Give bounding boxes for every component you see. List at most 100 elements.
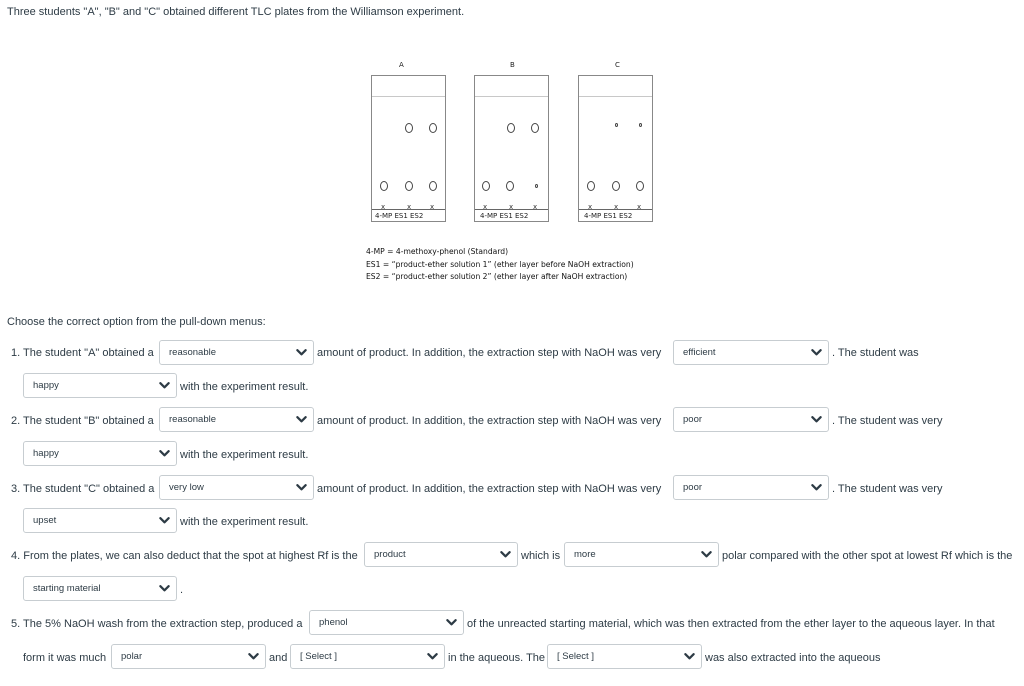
selected-value: happy: [33, 380, 59, 391]
plate-a-label: A: [399, 61, 404, 69]
q1-mood-select[interactable]: happy: [23, 373, 177, 398]
legend-line: 4-MP = 4-methoxy-phenol (Standard): [366, 247, 509, 256]
q1-text-1: 1. The student "A" obtained a: [11, 347, 154, 359]
q5-product-select[interactable]: phenol: [309, 610, 464, 635]
lane-labels: 4-MP ES1 ES2: [584, 212, 633, 220]
q5-text-2: of the unreacted starting material, whic…: [467, 618, 995, 630]
figure-legend: 4-MP = 4-methoxy-phenol (Standard) ES1 =…: [366, 246, 634, 284]
legend-line: ES2 = “product-ether solution 2” (ether …: [366, 272, 628, 281]
selected-value: more: [574, 549, 596, 560]
q1-text-2: amount of product. In addition, the extr…: [317, 347, 662, 359]
q4-text-4: .: [180, 584, 184, 596]
q1-extraction-select[interactable]: efficient: [673, 340, 829, 365]
selected-value: poor: [683, 414, 703, 425]
baseline-mark: x: [588, 203, 593, 211]
spot: [531, 123, 539, 133]
q5-text-5: in the aqueous. The: [448, 652, 546, 664]
tlc-plate-b: x x x 4-MP ES1 ES2: [474, 75, 549, 222]
baseline-mark: x: [407, 203, 412, 211]
instructions: Choose the correct option from the pull-…: [7, 316, 266, 328]
q4-text-2: which is: [521, 550, 561, 562]
q5-text-1: 5. The 5% NaOH wash from the extraction …: [11, 618, 303, 630]
q3-text-1: 3. The student "C" obtained a: [11, 483, 155, 495]
selected-value: happy: [33, 448, 59, 459]
spot: [612, 181, 620, 191]
spot: [405, 123, 413, 133]
lane-labels: 4-MP ES1 ES2: [375, 212, 424, 220]
spot: [639, 123, 642, 127]
chevron-down-icon: [427, 651, 438, 662]
lane-labels: 4-MP ES1 ES2: [480, 212, 529, 220]
chevron-down-icon: [446, 617, 457, 628]
selected-value: [ Select ]: [557, 651, 594, 662]
spot: [405, 181, 413, 191]
q4-highest-rf-select[interactable]: product: [364, 542, 518, 567]
chevron-down-icon: [296, 347, 307, 358]
intro-text: Three students "A", "B" and "C" obtained…: [7, 6, 465, 18]
q4-text-3: polar compared with the other spot at lo…: [722, 550, 1013, 562]
q5-extracted-select[interactable]: [ Select ]: [547, 644, 702, 669]
chevron-down-icon: [684, 651, 695, 662]
q3-text-2: amount of product. In addition, the extr…: [317, 483, 662, 495]
q1-text-3: . The student was: [832, 347, 919, 359]
spot: [429, 123, 437, 133]
chevron-down-icon: [159, 515, 170, 526]
q4-lowest-rf-select[interactable]: starting material: [23, 576, 177, 601]
spot: [482, 181, 490, 191]
q5-text-3: form it was much: [23, 652, 107, 664]
q4-text-1: 4. From the plates, we can also deduct t…: [11, 550, 358, 562]
tlc-figure: A x x x 4-MP ES1 ES2 B x x x 4-MP ES1 ES…: [360, 55, 670, 235]
q3-text-4: with the experiment result.: [180, 516, 309, 528]
baseline-mark: x: [637, 203, 642, 211]
selected-value: starting material: [33, 583, 101, 594]
spot: [587, 181, 595, 191]
chevron-down-icon: [701, 549, 712, 560]
q2-text-3: . The student was very: [832, 415, 943, 427]
q5-text-6: was also extracted into the aqueous: [705, 652, 881, 664]
solvent-front: [579, 96, 652, 97]
tlc-plate-a: x x x 4-MP ES1 ES2: [371, 75, 446, 222]
chevron-down-icon: [296, 482, 307, 493]
q2-text-1: 2. The student "B" obtained a: [11, 415, 154, 427]
spot: [615, 123, 618, 127]
selected-value: reasonable: [169, 347, 217, 358]
spot: [429, 181, 437, 191]
q5-text-4: and: [269, 652, 288, 664]
q1-text-4: with the experiment result.: [180, 381, 309, 393]
q2-text-2: amount of product. In addition, the extr…: [317, 415, 662, 427]
plate-b-label: B: [510, 61, 515, 69]
solvent-front: [475, 96, 548, 97]
q5-polarity-select[interactable]: polar: [111, 644, 266, 669]
spot: [636, 181, 644, 191]
baseline-mark: x: [483, 203, 488, 211]
q2-extraction-select[interactable]: poor: [673, 407, 829, 432]
selected-value: poor: [683, 482, 703, 493]
solvent-front: [372, 96, 445, 97]
q3-text-3: . The student was very: [832, 483, 943, 495]
baseline-mark: x: [533, 203, 538, 211]
q5-solubility-select[interactable]: [ Select ]: [290, 644, 445, 669]
selected-value: phenol: [319, 617, 348, 628]
selected-value: product: [374, 549, 406, 560]
chevron-down-icon: [500, 549, 511, 560]
baseline-mark: x: [430, 203, 435, 211]
selected-value: efficient: [683, 347, 716, 358]
q3-amount-select[interactable]: very low: [159, 475, 314, 500]
q2-text-4: with the experiment result.: [180, 449, 309, 461]
selected-value: reasonable: [169, 414, 217, 425]
q4-polarity-select[interactable]: more: [564, 542, 719, 567]
q3-mood-select[interactable]: upset: [23, 508, 177, 533]
baseline-mark: x: [614, 203, 619, 211]
q1-amount-select[interactable]: reasonable: [159, 340, 314, 365]
chevron-down-icon: [159, 448, 170, 459]
selected-value: [ Select ]: [300, 651, 337, 662]
spot: [535, 184, 538, 188]
q2-amount-select[interactable]: reasonable: [159, 407, 314, 432]
selected-value: very low: [169, 482, 204, 493]
q2-mood-select[interactable]: happy: [23, 441, 177, 466]
legend-line: ES1 = “product-ether solution 1” (ether …: [366, 259, 634, 269]
baseline-mark: x: [381, 203, 386, 211]
q3-extraction-select[interactable]: poor: [673, 475, 829, 500]
selected-value: upset: [33, 515, 57, 526]
chevron-down-icon: [811, 414, 822, 425]
